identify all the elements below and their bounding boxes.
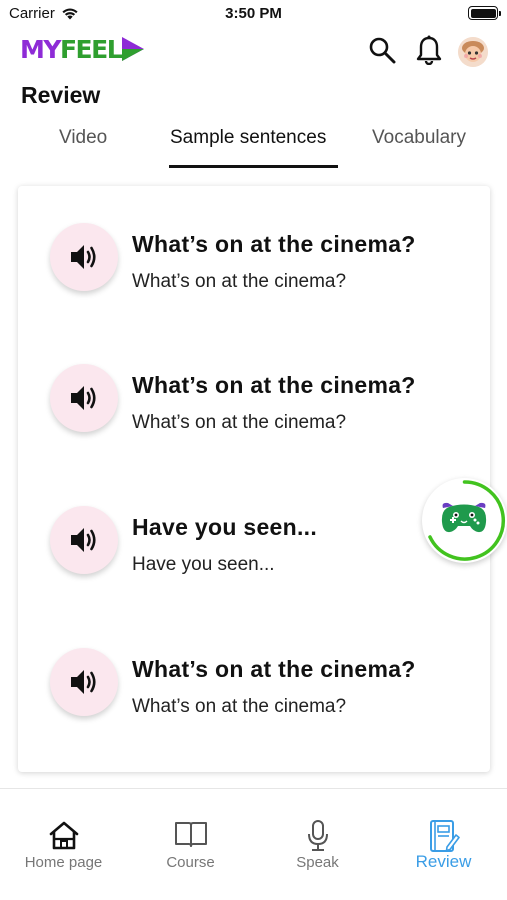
speaker-icon [71, 245, 96, 269]
play-audio-button[interactable] [50, 648, 118, 716]
microphone-icon [307, 820, 328, 851]
sentence-text: What’s on at the cinema? [132, 231, 416, 257]
tab-sample-sentences[interactable]: Sample sentences [170, 127, 326, 149]
bottom-nav: Home page Course Speak Review [0, 788, 507, 900]
status-bar: Carrier 3:50 PM [0, 0, 507, 26]
logo-feel: FEEL [59, 34, 123, 64]
play-audio-button[interactable] [50, 506, 118, 574]
status-time: 3:50 PM [225, 5, 282, 22]
sentence-row: What’s on at the cinema? What’s on at th… [18, 223, 490, 323]
search-icon [369, 37, 396, 64]
tab-vocabulary[interactable]: Vocabulary [372, 127, 466, 149]
logo-my: MY [20, 34, 61, 64]
logo-arrow-icon [122, 37, 145, 61]
play-audio-button[interactable] [50, 223, 118, 291]
app-header: MY FEEL [0, 30, 507, 74]
notebook-icon [429, 820, 460, 852]
mascot-floating-button[interactable] [422, 478, 507, 563]
speaker-icon [71, 528, 96, 552]
nav-review-label: Review [415, 852, 472, 871]
active-tab-indicator [169, 165, 338, 168]
nav-speak-label: Speak [296, 854, 339, 871]
nav-course-label: Course [166, 854, 215, 871]
battery-icon [468, 6, 501, 20]
nav-speak[interactable]: Speak [254, 789, 381, 900]
sentence-translation: Have you seen... [132, 554, 275, 575]
speaker-icon [71, 386, 96, 410]
app-logo[interactable]: MY FEEL [20, 34, 147, 64]
sentence-text: What’s on at the cinema? [132, 372, 416, 398]
tab-bar: Video Sample sentences Vocabulary [0, 120, 507, 168]
nav-review[interactable]: Review [380, 789, 507, 900]
mascot-gamepad-icon [441, 502, 487, 533]
nav-course[interactable]: Course [127, 789, 254, 900]
notifications-button[interactable] [413, 34, 445, 66]
home-icon [49, 821, 78, 850]
sentence-translation: What’s on at the cinema? [132, 271, 347, 292]
nav-home-label: Home page [24, 854, 103, 871]
sentence-row: What’s on at the cinema? What’s on at th… [18, 648, 490, 748]
tab-video[interactable]: Video [59, 127, 107, 149]
search-button[interactable] [366, 34, 398, 66]
page-title: Review [21, 82, 101, 108]
user-avatar-icon [458, 37, 488, 67]
sentences-card: What’s on at the cinema? What’s on at th… [18, 186, 490, 772]
speaker-icon [71, 670, 96, 694]
sentence-row: What’s on at the cinema? What’s on at th… [18, 364, 490, 464]
sentence-text: Have you seen... [132, 514, 318, 540]
sentence-row: Have you seen... Have you seen... [18, 506, 490, 606]
play-audio-button[interactable] [50, 364, 118, 432]
book-icon [174, 822, 207, 847]
sentence-translation: What’s on at the cinema? [132, 412, 347, 433]
bell-icon [416, 35, 442, 65]
sentence-text: What’s on at the cinema? [132, 656, 416, 682]
nav-home[interactable]: Home page [0, 789, 127, 900]
avatar[interactable] [458, 37, 488, 67]
sentence-translation: What’s on at the cinema? [132, 696, 347, 717]
